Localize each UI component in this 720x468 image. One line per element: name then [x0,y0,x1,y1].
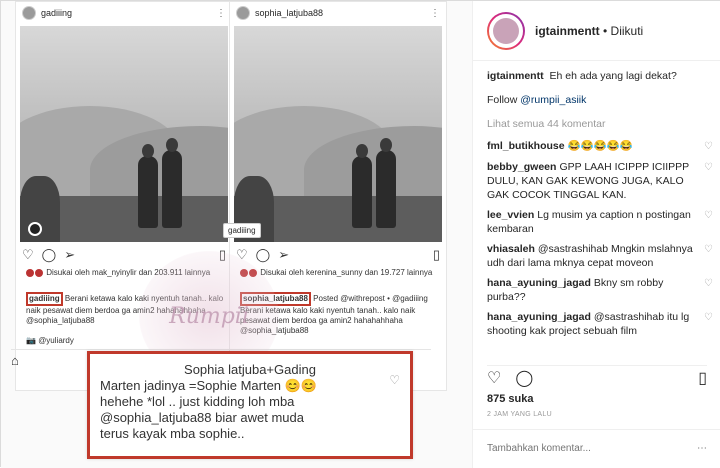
shot-actions: ♡ ◯ ➢ ▯ [236,246,440,264]
more-options-icon[interactable]: ⋯ [697,443,707,454]
liked-by: Disukai oleh kerenina_sunny dan 19.727 l… [240,268,440,278]
mention-link[interactable]: @rumpii_asiik [520,94,586,106]
more-icon: ⋮ [430,7,440,19]
comment-screenshot: Sophia latjuba+Gading Marten jadinya =So… [87,351,413,459]
comment-icon: ◯ [255,247,271,262]
list-item: fml_butikhouse 😂😂😂😂😂 ♡ [487,140,713,154]
shot-username: gadiiing [41,8,73,18]
couple-photo [234,26,442,242]
post-actions: ♡ ◯ ▯ [487,365,707,387]
avatar [236,6,250,20]
shot-header: sophia_latjuba88 ⋮ [230,2,446,24]
list-item: lee_vvien Lg musim ya caption n postingan… [487,209,713,236]
more-icon: ⋮ [216,7,226,19]
post-media: gadiiing ⋮ ♡ ◯ ➢ ▯ Disukai oleh mak_nyin… [1,1,473,468]
photo-credit: 📷 @yuliardy [26,336,74,345]
follow-mention-line: Follow @rumpii_asiik [487,94,587,106]
add-comment-bar: ⋯ [473,429,720,467]
couple-photo [20,26,228,242]
bookmark-icon: ▯ [432,247,440,262]
post-header: igtainmentt • Diikuti [473,1,720,61]
view-all-comments-link[interactable]: Lihat semua 44 komentar [487,117,713,131]
post-caption: igtainmentt Eh eh ada yang lagi dekat? [487,70,677,82]
avatar[interactable] [487,11,525,50]
list-item: hana_ayuning_jagad @sastrashihab itu lg s… [487,311,713,338]
instagram-post: gadiiing ⋮ ♡ ◯ ➢ ▯ Disukai oleh mak_nyin… [0,0,720,468]
tag-icon [28,222,42,236]
heart-icon: ♡ [389,373,400,387]
photo-tag: gadiiing [223,223,261,238]
share-icon: ➢ [64,247,76,262]
comment-button[interactable]: ◯ [515,368,533,388]
avatar [22,6,36,20]
save-button[interactable]: ▯ [698,368,707,388]
home-icon: ⌂ [11,353,19,368]
list-item: hana_ayuning_jagad Bkny sm robby purba?? … [487,277,713,304]
list-item: vhiasaleh @sastrashihab Mngkin mslahnya u… [487,243,713,270]
heart-icon[interactable]: ♡ [704,277,713,304]
post-timestamp: 2 JAM YANG LALU [487,411,552,418]
follow-status[interactable]: • Diikuti [603,24,643,38]
comment-icon: ◯ [41,247,57,262]
shot-username: sophia_latjuba88 [255,8,324,18]
heart-icon[interactable]: ♡ [704,311,713,338]
like-button[interactable]: ♡ [487,368,501,388]
comment-list[interactable]: igtainmentt Eh eh ada yang lagi dekat? F… [487,63,713,357]
heart-icon[interactable]: ♡ [704,161,713,202]
caption-username: gadiiing [26,292,63,306]
like-count[interactable]: 875 suka [487,393,533,405]
shot-header: gadiiing ⋮ [16,2,232,24]
post-side-panel: igtainmentt • Diikuti igtainmentt Eh eh … [473,1,720,468]
heart-icon[interactable]: ♡ [704,243,713,270]
list-item: bebby_gween GPP LAAH ICIPPP ICIIPPP DULU,… [487,161,713,202]
heart-icon[interactable]: ♡ [704,209,713,236]
owner-username[interactable]: igtainmentt • Diikuti [535,24,643,38]
share-icon: ➢ [278,247,290,262]
heart-icon[interactable]: ♡ [704,140,713,154]
comment-input[interactable] [487,443,687,454]
heart-icon: ♡ [22,247,34,262]
